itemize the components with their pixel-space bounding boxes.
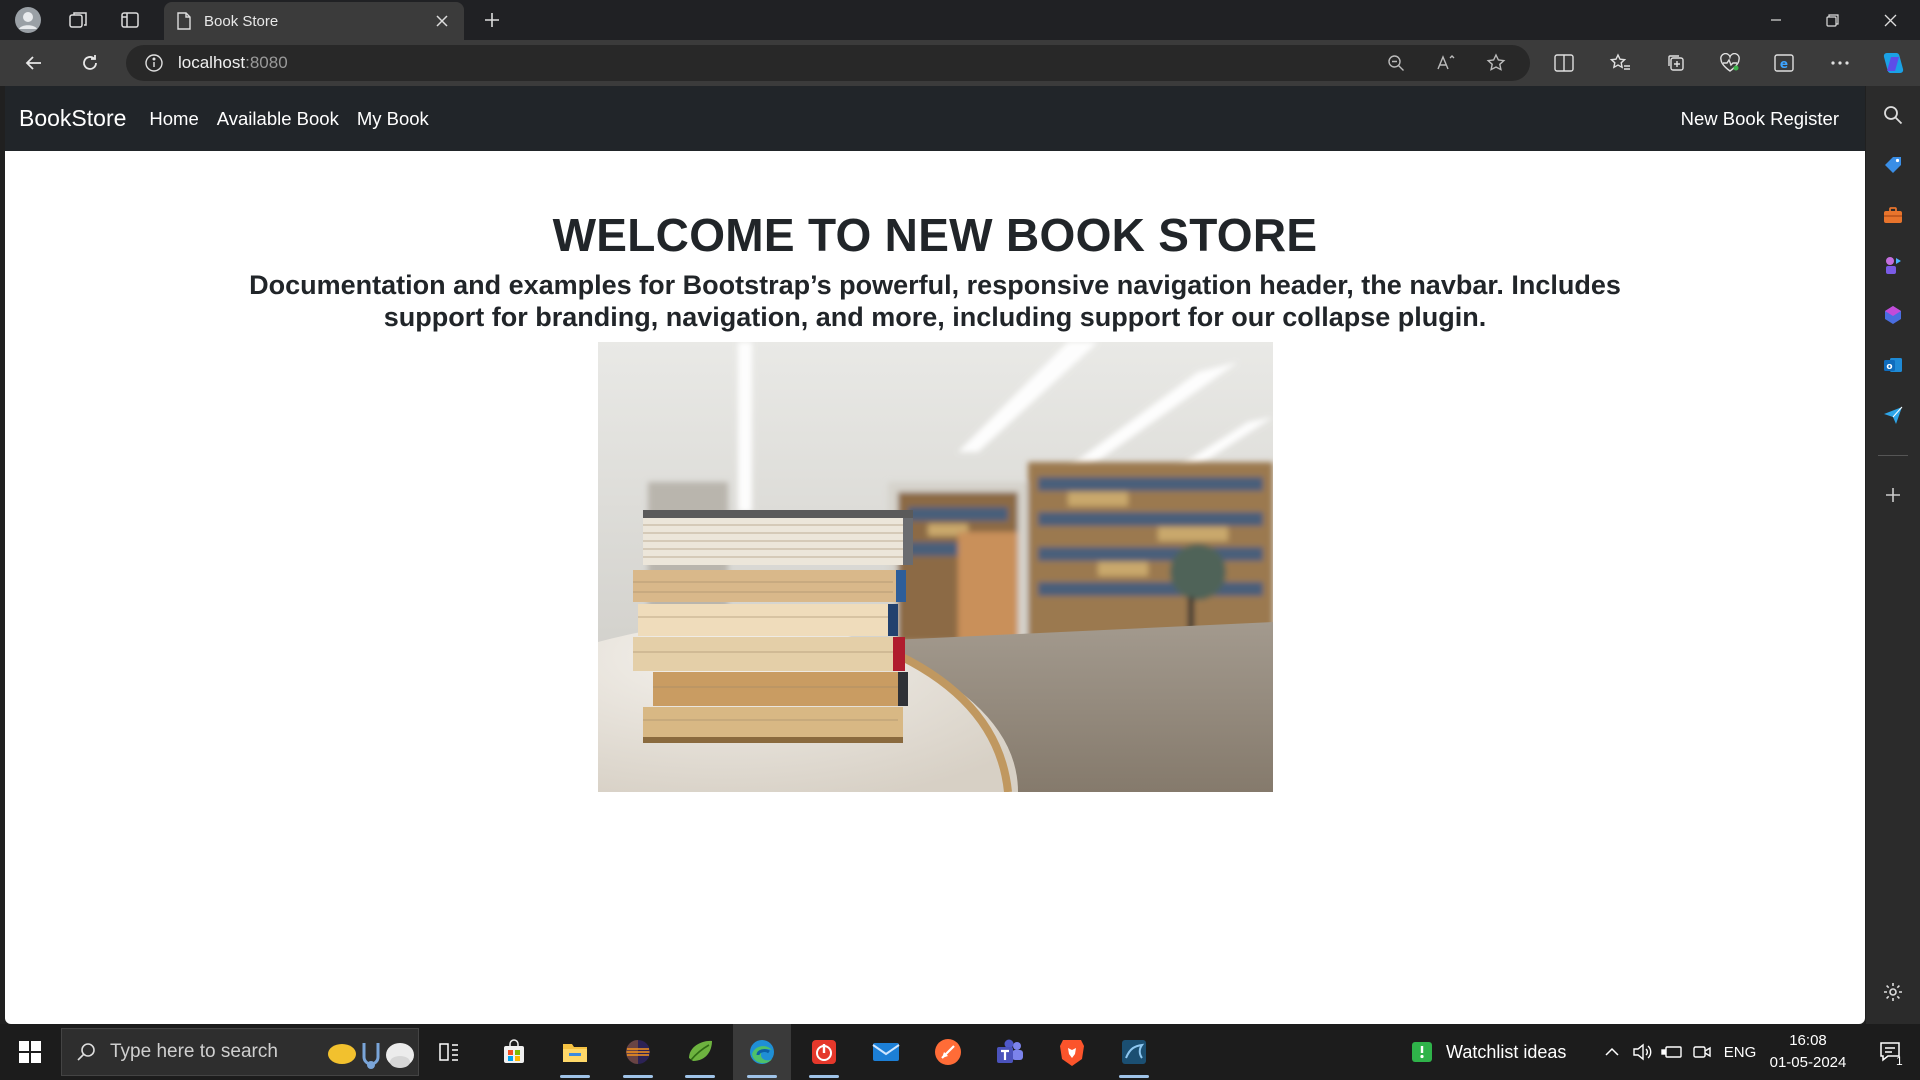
address-bar[interactable]: localhost:8080 [126, 45, 1530, 81]
workspaces-icon[interactable] [58, 0, 98, 40]
watchlist-widget[interactable]: Watchlist ideas [1410, 1024, 1566, 1080]
app-running-indicator [747, 1075, 777, 1078]
app-running-indicator [1119, 1075, 1149, 1078]
favorites-icon[interactable] [1600, 43, 1640, 83]
notification-center-icon[interactable]: 1 [1866, 1024, 1916, 1080]
windows-start-icon[interactable] [0, 1024, 60, 1080]
copilot-icon[interactable] [1873, 43, 1913, 83]
favorite-star-icon[interactable] [1478, 45, 1514, 81]
taskbar-search-box[interactable]: Type here to search [61, 1028, 419, 1076]
system-clock[interactable]: 16:08 01-05-2024 [1760, 1030, 1856, 1074]
internet-explorer-mode-icon[interactable]: e [1764, 43, 1804, 83]
back-icon[interactable] [14, 43, 54, 83]
search-placeholder: Type here to search [110, 1041, 278, 1062]
site-info-icon[interactable] [144, 53, 164, 73]
nav-link-my-book[interactable]: My Book [348, 108, 438, 130]
url-port: :8080 [245, 53, 288, 72]
search-icon [77, 1043, 95, 1061]
nav-link-home[interactable]: Home [140, 108, 207, 130]
refresh-icon[interactable] [70, 43, 110, 83]
volume-icon[interactable] [1628, 1024, 1656, 1080]
browser-toolbar: localhost:8080 e [0, 40, 1920, 86]
minimize-icon[interactable] [1748, 0, 1804, 40]
tools-briefcase-icon[interactable] [1873, 195, 1913, 235]
task-view-icon[interactable] [420, 1024, 478, 1080]
svg-text:e: e [1780, 57, 1788, 71]
clock-date: 01-05-2024 [1769, 1054, 1847, 1071]
clock-time: 16:08 [1789, 1032, 1827, 1049]
postman-icon[interactable] [919, 1024, 977, 1080]
url-host: localhost [178, 53, 246, 72]
navbar-brand[interactable]: BookStore [19, 105, 126, 132]
camera-meet-icon[interactable] [1688, 1024, 1716, 1080]
spring-tool-suite-icon[interactable] [671, 1024, 729, 1080]
mysql-workbench-icon[interactable] [1105, 1024, 1163, 1080]
svg-text:o: o [1886, 362, 1892, 372]
stocks-widget-icon [1412, 1042, 1432, 1062]
mail-icon[interactable] [857, 1024, 915, 1080]
nav-link-available-book[interactable]: Available Book [208, 108, 348, 130]
microsoft-store-icon[interactable] [485, 1024, 543, 1080]
brave-browser-icon[interactable] [1043, 1024, 1101, 1080]
site-navbar: BookStore Home Available Book My Book Ne… [5, 86, 1865, 151]
nav-link-new-book-register[interactable]: New Book Register [1681, 108, 1839, 130]
language-indicator[interactable]: ENG [1720, 1024, 1760, 1080]
split-screen-icon[interactable] [1544, 43, 1584, 83]
app-running-indicator [560, 1075, 590, 1078]
page-icon [177, 12, 191, 30]
eclipse-icon[interactable] [609, 1024, 667, 1080]
sidebar-divider [1878, 455, 1908, 456]
outlook-icon[interactable]: o [1873, 345, 1913, 385]
new-tab-icon[interactable] [472, 0, 512, 40]
shopping-tag-icon[interactable] [1873, 145, 1913, 185]
read-aloud-icon[interactable] [1428, 45, 1464, 81]
notification-count-badge: 1 [1896, 1054, 1903, 1068]
more-options-icon[interactable] [1820, 43, 1860, 83]
send-drop-icon[interactable] [1873, 395, 1913, 435]
edge-sidebar: o [1866, 86, 1920, 1024]
sidebar-search-icon[interactable] [1873, 95, 1913, 135]
restore-icon[interactable] [1804, 0, 1860, 40]
sidebar-settings-gear-icon[interactable] [1873, 972, 1913, 1012]
browser-tab-bar: Book Store [0, 0, 1920, 40]
tab-book-store[interactable]: Book Store [164, 2, 464, 40]
file-explorer-icon[interactable] [546, 1024, 604, 1080]
show-hidden-icons-chevron-icon[interactable] [1598, 1024, 1626, 1080]
search-highlight-doodle-icon[interactable] [324, 1037, 416, 1071]
widget-label: Watchlist ideas [1446, 1041, 1567, 1062]
battery-icon[interactable] [1658, 1024, 1686, 1080]
close-window-icon[interactable] [1862, 0, 1918, 40]
library-books-image [598, 342, 1273, 792]
tab-title: Book Store [204, 12, 279, 30]
browser-essentials-icon[interactable] [1710, 43, 1750, 83]
tab-close-icon[interactable] [432, 11, 452, 31]
windows-taskbar: Type here to search Watchlist ideas ENG … [0, 1024, 1920, 1080]
page-viewport: BookStore Home Available Book My Book Ne… [5, 86, 1865, 1024]
microsoft-teams-icon[interactable] [981, 1024, 1039, 1080]
app-running-indicator [685, 1075, 715, 1078]
profile-avatar-icon[interactable] [8, 0, 48, 40]
app-running-indicator [623, 1075, 653, 1078]
zoom-out-icon[interactable] [1378, 45, 1414, 81]
page-title: WELCOME TO NEW BOOK STORE [552, 209, 1318, 261]
games-icon[interactable] [1873, 245, 1913, 285]
app-running-indicator [809, 1075, 839, 1078]
collections-icon[interactable] [1656, 43, 1696, 83]
sidebar-add-icon[interactable] [1873, 475, 1913, 515]
page-subtitle: Documentation and examples for Bootstrap… [249, 270, 1621, 332]
edge-browser-icon[interactable] [733, 1024, 791, 1080]
power-app-icon[interactable] [795, 1024, 853, 1080]
vertical-tabs-icon[interactable] [110, 0, 150, 40]
microsoft-365-icon[interactable] [1873, 295, 1913, 335]
